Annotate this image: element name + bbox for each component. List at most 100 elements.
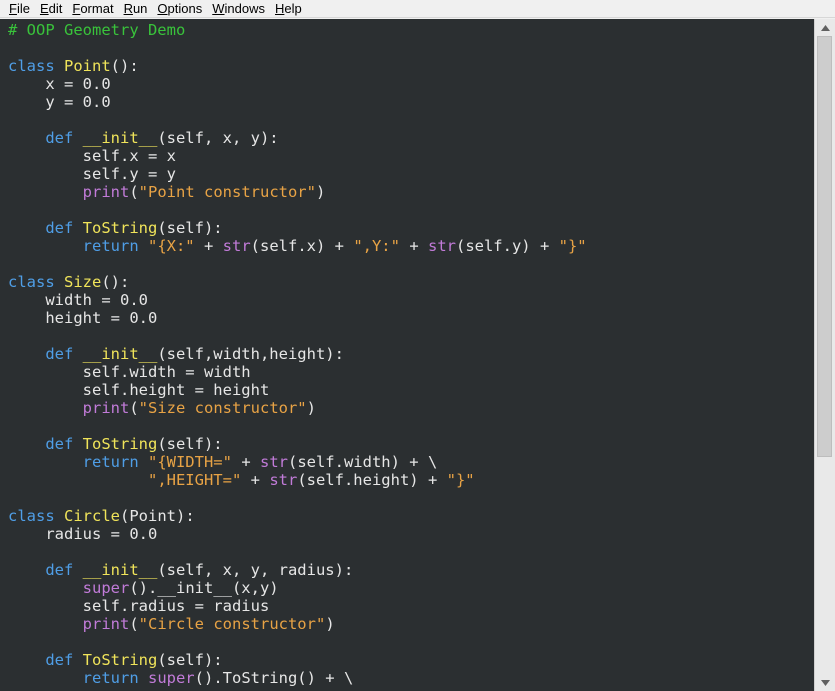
- code-line: radius = 0.0: [8, 525, 587, 543]
- code-token-string: ",HEIGHT=": [147, 471, 242, 489]
- code-line: class Point():: [8, 57, 587, 75]
- code-token-plain: +: [231, 453, 260, 471]
- code-token-keyword: def: [45, 435, 83, 453]
- code-line: self.height = height: [8, 381, 587, 399]
- code-token-plain: (Point):: [120, 507, 195, 525]
- code-line: print("Size constructor"): [8, 399, 587, 417]
- code-token-plain: ():: [101, 273, 130, 291]
- code-text[interactable]: # OOP Geometry Demo class Point(): x = 0.…: [8, 21, 587, 687]
- code-token-plain: (self.x) +: [250, 237, 354, 255]
- code-token-name: ToString: [82, 435, 158, 453]
- code-token-plain: x = 0.0: [8, 75, 111, 93]
- code-editor[interactable]: # OOP Geometry Demo class Point(): x = 0.…: [0, 19, 814, 691]
- code-token-name: Size: [64, 273, 102, 291]
- code-token-plain: (self,width,height):: [157, 345, 344, 363]
- code-line: # OOP Geometry Demo: [8, 21, 587, 39]
- code-token-keyword: return: [82, 669, 148, 687]
- code-line: print("Circle constructor"): [8, 615, 587, 633]
- code-token-plain: (self, x, y, radius):: [157, 561, 354, 579]
- code-token-plain: (self):: [157, 219, 223, 237]
- code-token-keyword: return: [82, 237, 148, 255]
- code-token-name: Point: [64, 57, 111, 75]
- code-token-name: Circle: [64, 507, 120, 525]
- code-line: self.radius = radius: [8, 597, 587, 615]
- menu-windows[interactable]: Windows: [207, 0, 270, 18]
- code-token-plain: height = 0.0: [8, 309, 158, 327]
- code-token-string: ",Y:": [353, 237, 400, 255]
- code-line: super().__init__(x,y): [8, 579, 587, 597]
- code-token-name: __init__: [82, 129, 158, 147]
- menu-file[interactable]: File: [4, 0, 35, 18]
- code-token-plain: self.x = x: [8, 147, 176, 165]
- code-token-keyword: def: [45, 345, 83, 363]
- code-line: self.width = width: [8, 363, 587, 381]
- menu-options[interactable]: Options: [152, 0, 207, 18]
- code-token-builtin: str: [269, 471, 298, 489]
- code-token-plain: (self):: [157, 435, 223, 453]
- code-token-plain: ().ToString() + \: [194, 669, 354, 687]
- code-token-builtin: super: [147, 669, 195, 687]
- code-token-name: ToString: [82, 219, 158, 237]
- code-line: def ToString(self):: [8, 219, 587, 237]
- code-token-name: __init__: [82, 345, 158, 363]
- menu-run[interactable]: Run: [119, 0, 153, 18]
- code-line: width = 0.0: [8, 291, 587, 309]
- menu-edit[interactable]: Edit: [35, 0, 67, 18]
- code-token-builtin: print: [82, 399, 130, 417]
- code-token-plain: +: [194, 237, 223, 255]
- code-line: x = 0.0: [8, 75, 587, 93]
- code-token-string: "{X:": [147, 237, 195, 255]
- code-token-keyword: def: [45, 651, 83, 669]
- code-token-keyword: return: [82, 453, 148, 471]
- code-token-plain: ): [325, 615, 335, 633]
- code-token-keyword: def: [45, 219, 83, 237]
- code-token-plain: y = 0.0: [8, 93, 111, 111]
- code-token-plain: radius = 0.0: [8, 525, 158, 543]
- code-token-plain: self.width = width: [8, 363, 251, 381]
- scroll-thumb[interactable]: [817, 36, 832, 457]
- vertical-scrollbar[interactable]: [814, 19, 835, 691]
- idle-editor-window: File Edit Format Run Options Windows Help # OO…: [0, 0, 835, 691]
- menu-bar: File Edit Format Run Options Windows Help: [0, 0, 835, 18]
- code-token-string: "Circle constructor": [138, 615, 326, 633]
- code-token-plain: (self, x, y):: [157, 129, 279, 147]
- code-token-plain: (self.width) + \: [287, 453, 438, 471]
- code-token-comment: # OOP Geometry Demo: [8, 21, 186, 39]
- code-token-plain: ().__init__(x,y): [129, 579, 279, 597]
- code-token-builtin: super: [82, 579, 130, 597]
- menu-help[interactable]: Help: [270, 0, 307, 18]
- code-token-name: ToString: [82, 651, 158, 669]
- code-line: def ToString(self):: [8, 435, 587, 453]
- code-line: ",HEIGHT=" + str(self.height) + "}": [8, 471, 587, 489]
- code-line: def __init__(self,width,height):: [8, 345, 587, 363]
- code-line: return "{WIDTH=" + str(self.width) + \: [8, 453, 587, 471]
- code-token-plain: (: [129, 615, 139, 633]
- code-line: y = 0.0: [8, 93, 587, 111]
- code-token-plain: (self):: [157, 651, 223, 669]
- scroll-down-arrow-icon[interactable]: [815, 674, 835, 691]
- menu-format[interactable]: Format: [67, 0, 118, 18]
- code-line: print("Point constructor"): [8, 183, 587, 201]
- code-line: def __init__(self, x, y):: [8, 129, 587, 147]
- code-line: return "{X:" + str(self.x) + ",Y:" + str…: [8, 237, 587, 255]
- code-token-plain: self.radius = radius: [8, 597, 270, 615]
- code-token-plain: ():: [110, 57, 139, 75]
- code-token-plain: width = 0.0: [8, 291, 148, 309]
- code-line: self.x = x: [8, 147, 587, 165]
- code-token-plain: self.height = height: [8, 381, 270, 399]
- scroll-up-arrow-icon[interactable]: [815, 19, 835, 36]
